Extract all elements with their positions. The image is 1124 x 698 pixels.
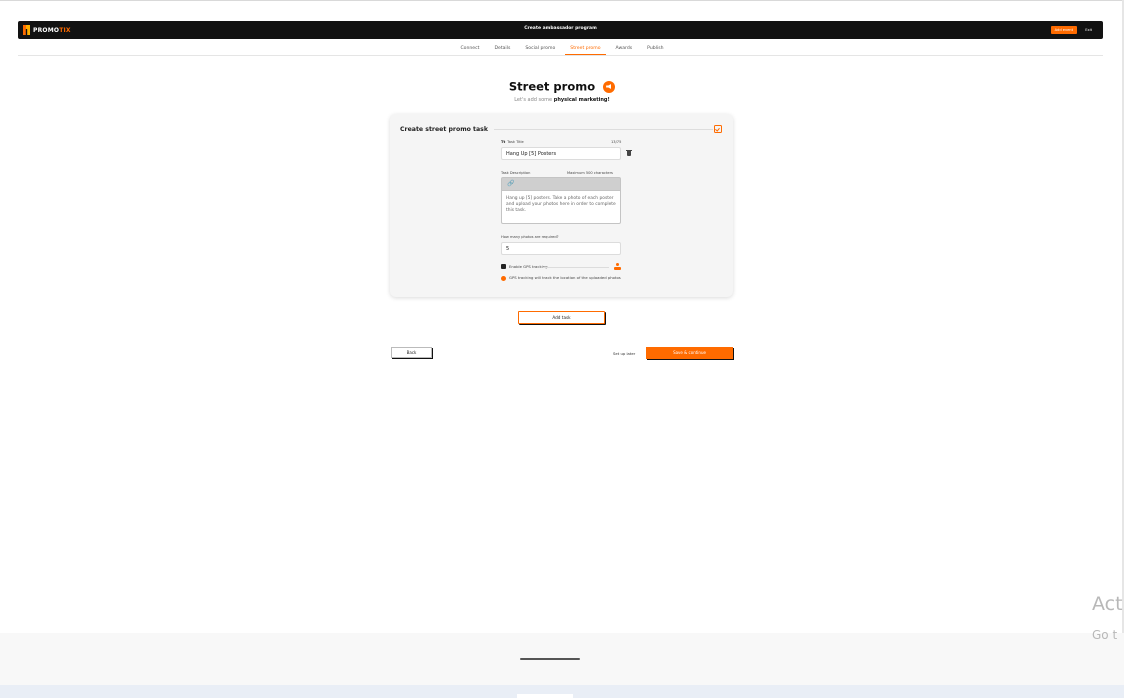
tab-connect[interactable]: Connect bbox=[460, 44, 479, 54]
link-icon[interactable]: 🔗 bbox=[507, 181, 514, 187]
page-title-text: Street promo bbox=[508, 79, 596, 94]
save-continue-button[interactable]: Save & continue bbox=[646, 347, 733, 359]
gps-info-text: GPS tracking will track the location of … bbox=[509, 275, 621, 280]
page-title: Street promo bbox=[0, 76, 1124, 95]
task-title-counter: 13/75 bbox=[611, 140, 622, 144]
gps-tracking-label: Enable GPS tracking bbox=[509, 264, 548, 269]
photos-required-input[interactable]: 5 bbox=[501, 242, 621, 255]
step-tabs: Connect Details Social promo Street prom… bbox=[0, 44, 1124, 55]
subtitle-prefix: Let's add some bbox=[514, 97, 553, 103]
tab-publish[interactable]: Publish bbox=[647, 44, 663, 54]
tab-street-promo[interactable]: Street promo bbox=[565, 44, 606, 55]
task-title-label-row: Tt Task Title bbox=[501, 140, 524, 144]
task-title-label: Task Title bbox=[507, 140, 524, 144]
gps-tracking-row: Enable GPS tracking bbox=[501, 263, 621, 271]
resize-handle[interactable] bbox=[520, 658, 580, 660]
add-event-button[interactable]: Add event bbox=[1050, 26, 1077, 34]
gps-tracking-checkbox[interactable] bbox=[501, 264, 506, 269]
task-complete-checkbox[interactable] bbox=[714, 125, 722, 133]
app-header: PROMOTIX Create ambassador program Add e… bbox=[18, 21, 1103, 39]
gps-divider bbox=[543, 267, 609, 268]
street-promo-task-card: Create street promo task Tt Task Title 13… bbox=[390, 114, 733, 297]
location-pin-icon bbox=[614, 263, 621, 270]
task-description-limit: Maximum 500 characters bbox=[567, 171, 613, 175]
text-title-icon: Tt bbox=[501, 140, 506, 144]
photos-required-label: How many photos are required? bbox=[501, 235, 559, 239]
set-up-later-link[interactable]: Set up later bbox=[613, 351, 635, 356]
tab-details[interactable]: Details bbox=[494, 44, 510, 54]
card-title-divider bbox=[494, 129, 713, 130]
activate-windows-title: Act bbox=[1092, 593, 1123, 615]
page-subtitle: Let's add some physical marketing! bbox=[0, 97, 1124, 103]
tab-social-promo[interactable]: Social promo bbox=[525, 44, 555, 54]
task-title-input[interactable]: Hang Up [5] Posters bbox=[501, 147, 621, 160]
tabs-divider bbox=[18, 55, 1103, 56]
task-description-textarea[interactable]: Hang up [5] posters. Take a photo of eac… bbox=[501, 190, 621, 224]
bottom-tab[interactable] bbox=[517, 694, 573, 698]
add-task-button[interactable]: Add task bbox=[518, 311, 605, 324]
trash-icon[interactable] bbox=[626, 149, 632, 156]
subtitle-bold: physical marketing! bbox=[553, 97, 610, 103]
header-title: Create ambassador program bbox=[524, 26, 597, 31]
task-description-label: Task Description bbox=[501, 171, 531, 175]
back-button[interactable]: Back bbox=[391, 347, 432, 358]
exit-link[interactable]: Exit bbox=[1085, 26, 1092, 34]
card-title: Create street promo task bbox=[400, 126, 488, 133]
tab-awards[interactable]: Awards bbox=[616, 44, 633, 54]
window-top-border bbox=[0, 0, 1124, 1]
megaphone-icon bbox=[603, 80, 616, 93]
activate-windows-subtitle: Go t bbox=[1092, 628, 1118, 642]
description-toolbar: 🔗 bbox=[501, 177, 621, 190]
info-icon bbox=[501, 276, 506, 281]
